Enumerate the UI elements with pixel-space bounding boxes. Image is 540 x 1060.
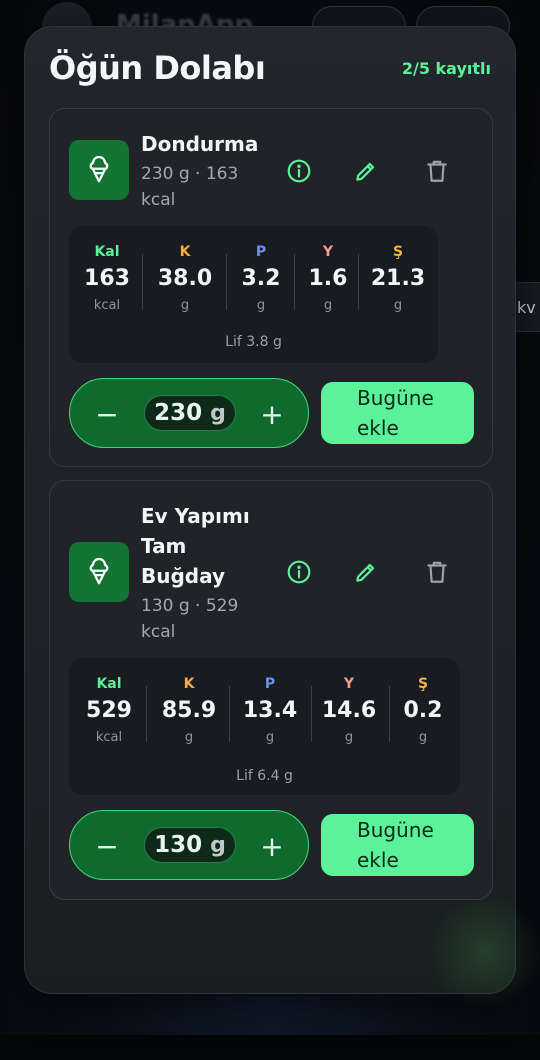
nutrient-sugar: Ş 0.2 g — [397, 676, 449, 745]
nutrient-fat: Y 14.6 g — [318, 676, 380, 745]
pencil-icon — [356, 563, 375, 582]
food-name: Dondurma — [141, 132, 259, 156]
nutrient-label: K — [179, 244, 191, 260]
divider — [142, 254, 143, 310]
fiber-text: Lif 6.4 g — [236, 768, 293, 784]
ice-cream-icon — [69, 140, 129, 200]
divider — [311, 686, 312, 742]
ice-cream-icon — [69, 542, 129, 602]
nutrient-unit: g — [418, 730, 428, 745]
decorative-glow — [425, 897, 540, 1007]
nutrient-label: Ş — [417, 676, 429, 692]
nutrient-unit: g — [344, 730, 354, 745]
nutrient-value: 529 — [86, 698, 132, 723]
sheet-title: Öğün Dolabı — [49, 49, 266, 87]
nutrient-unit: g — [256, 298, 266, 313]
info-icon — [287, 159, 311, 183]
nutrient-value: 38.0 — [157, 266, 213, 291]
nutrient-value: 1.6 — [308, 266, 348, 291]
trash-icon — [427, 561, 447, 583]
info-icon — [287, 560, 311, 584]
meal-cabinet-sheet: Öğün Dolabı 2/5 kayıtlı Dondurma 230 g ·… — [24, 26, 540, 1007]
nutrient-label: P — [255, 244, 267, 260]
nutrient-value: 3.2 — [241, 266, 281, 291]
nutrient-unit: g — [323, 298, 333, 313]
info-button[interactable] — [283, 155, 315, 187]
quantity-input[interactable]: 130 g — [144, 827, 236, 863]
food-portion-calories: 230 g · 163 kcal — [141, 164, 239, 210]
background-side-card: kv — [512, 282, 540, 332]
trash-icon — [427, 160, 447, 182]
nutrient-protein: P 13.4 g — [239, 676, 301, 745]
food-name: Ev Yapımı Tam Buğday — [141, 504, 250, 588]
nutrient-label: Kal — [96, 676, 122, 692]
nutrition-panel: Kal 529 kcal K 85.9 g P 13.4 g Y 14.6 g — [69, 658, 460, 795]
background-footer — [0, 1035, 540, 1060]
nutrient-label: Kal — [94, 244, 120, 260]
nutrient-value: 21.3 — [370, 266, 426, 291]
nutrient-label: Y — [343, 676, 355, 692]
fiber-text: Lif 3.8 g — [225, 334, 282, 350]
add-to-today-button[interactable]: Bugüne ekle — [321, 382, 474, 444]
quantity-input[interactable]: 230 g — [144, 395, 236, 431]
nutrient-carbs: K 85.9 g — [159, 676, 219, 745]
divider — [146, 686, 147, 742]
nutrient-unit: kcal — [95, 730, 123, 745]
meal-card: Dondurma 230 g · 163 kcal Kal 163 kcal K… — [49, 108, 493, 467]
nutrient-label: P — [264, 676, 276, 692]
divider — [229, 686, 230, 742]
nutrient-value: 0.2 — [403, 698, 443, 723]
nutrient-fat: Y 1.6 g — [304, 244, 352, 313]
quantity-value: 230 — [154, 400, 203, 426]
nutrient-unit: g — [184, 730, 194, 745]
record-count-badge: 2/5 kayıtlı — [401, 59, 491, 78]
nutrient-carbs: K 38.0 g — [155, 244, 215, 313]
food-portion-calories: 130 g · 529 kcal — [141, 596, 239, 642]
quantity-unit: g — [210, 400, 226, 426]
nutrient-unit: g — [393, 298, 403, 313]
divider — [389, 686, 390, 742]
decrement-button[interactable]: − — [89, 828, 125, 864]
nutrient-calories: Kal 163 kcal — [83, 244, 131, 313]
nutrient-label: Y — [322, 244, 334, 260]
quantity-unit: g — [210, 832, 226, 858]
nutrient-unit: kcal — [93, 298, 121, 313]
add-to-today-button[interactable]: Bugüne ekle — [321, 814, 474, 876]
increment-button[interactable]: + — [254, 828, 290, 864]
nutrient-label: Ş — [392, 244, 404, 260]
decrement-button[interactable]: − — [89, 396, 125, 432]
nutrient-value: 85.9 — [161, 698, 217, 723]
edit-button[interactable] — [350, 556, 382, 588]
nutrient-value: 14.6 — [321, 698, 377, 723]
nutrient-unit: g — [265, 730, 275, 745]
nutrient-value: 13.4 — [242, 698, 298, 723]
divider — [358, 254, 359, 310]
nutrient-value: 163 — [84, 266, 130, 291]
edit-button[interactable] — [350, 155, 382, 187]
meal-card: Ev Yapımı Tam Buğday 130 g · 529 kcal Ka… — [49, 480, 493, 900]
divider — [226, 254, 227, 310]
quantity-stepper: − 230 g + — [69, 378, 309, 448]
nutrient-sugar: Ş 21.3 g — [368, 244, 428, 313]
nutrient-calories: Kal 529 kcal — [85, 676, 133, 745]
delete-button[interactable] — [421, 155, 453, 187]
quantity-stepper: − 130 g + — [69, 810, 309, 880]
divider — [294, 254, 295, 310]
nutrient-protein: P 3.2 g — [237, 244, 285, 313]
nutrient-label: K — [183, 676, 195, 692]
nutrient-unit: g — [180, 298, 190, 313]
info-button[interactable] — [283, 556, 315, 588]
pencil-icon — [356, 162, 375, 181]
delete-button[interactable] — [421, 556, 453, 588]
nutrition-panel: Kal 163 kcal K 38.0 g P 3.2 g Y 1.6 g Ş … — [69, 226, 438, 363]
quantity-value: 130 — [154, 832, 203, 858]
increment-button[interactable]: + — [254, 396, 290, 432]
